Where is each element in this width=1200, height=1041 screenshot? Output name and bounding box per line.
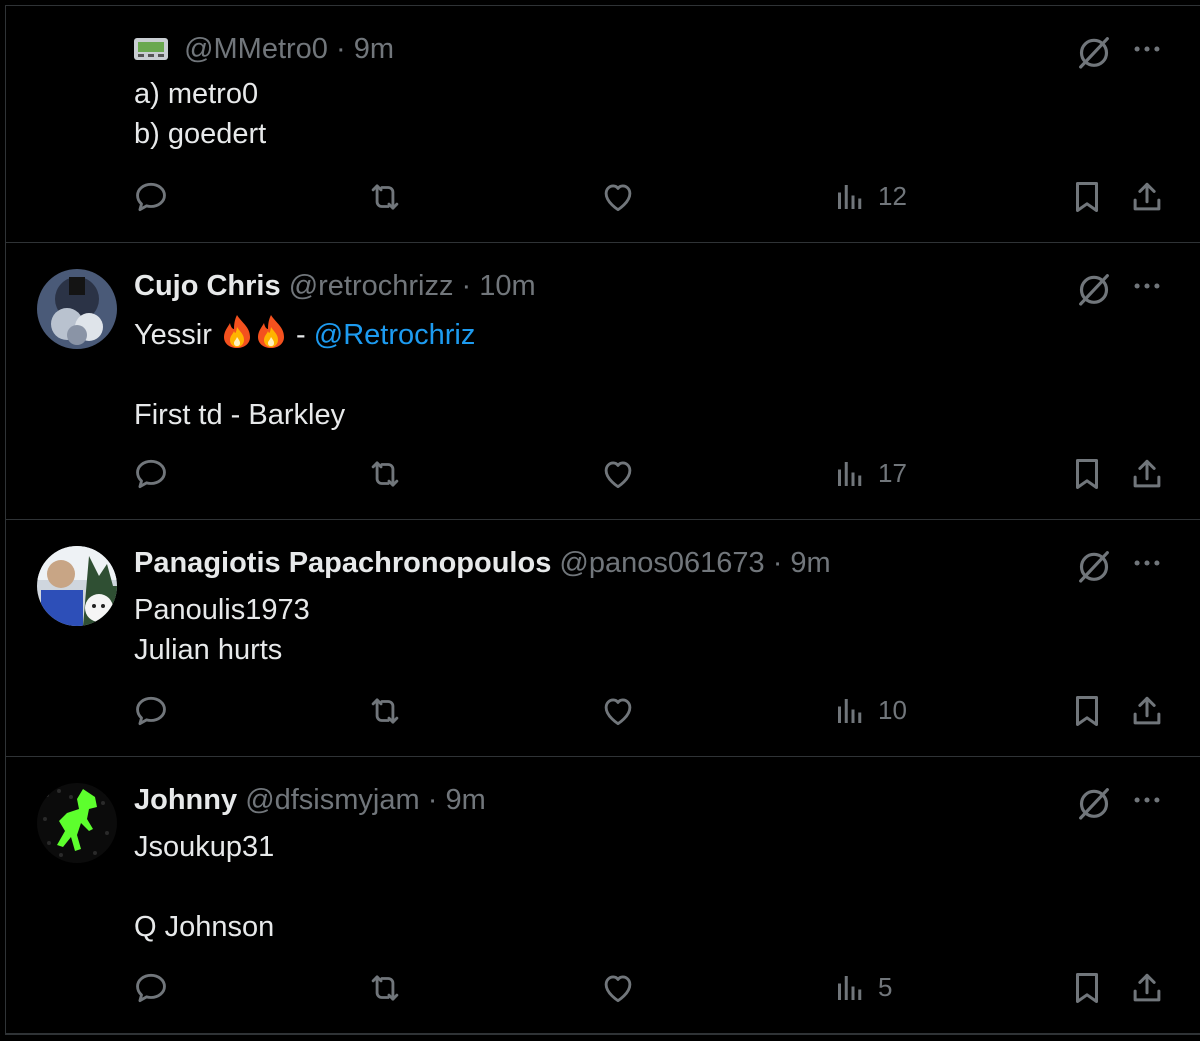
avatar[interactable] xyxy=(37,546,117,626)
share-icon[interactable] xyxy=(1128,692,1166,730)
views-count[interactable]: 5 xyxy=(878,972,892,1003)
post-retrochrizz[interactable]: Cujo Chris @retrochrizz · 10m Yessir - @… xyxy=(6,243,1200,520)
avatar[interactable] xyxy=(37,269,117,349)
display-name[interactable]: Panagiotis Papachronopoulos xyxy=(134,547,551,579)
user-handle[interactable]: @dfsismyjam xyxy=(245,784,419,816)
grok-icon[interactable] xyxy=(1074,783,1114,823)
display-name[interactable]: Cujo Chris xyxy=(134,270,281,302)
bookmark-icon[interactable] xyxy=(1068,455,1106,493)
post-text-line: Q Johnson xyxy=(134,911,275,943)
post-timestamp[interactable]: 9m xyxy=(354,33,394,65)
post-timestamp[interactable]: 9m xyxy=(445,784,485,816)
like-icon[interactable] xyxy=(599,178,637,216)
post-header: @MMetro0 · 9m xyxy=(134,32,394,66)
post-text-line: First td - Barkley xyxy=(134,399,346,431)
reply-icon[interactable] xyxy=(132,969,170,1007)
views-icon[interactable] xyxy=(832,693,868,729)
share-icon[interactable] xyxy=(1128,178,1166,216)
post-text-line xyxy=(134,355,475,395)
reply-icon[interactable] xyxy=(132,692,170,730)
views-count[interactable]: 17 xyxy=(878,458,907,489)
more-icon[interactable] xyxy=(1130,32,1164,66)
text-yessir: Yessir xyxy=(134,319,212,351)
fire-emoji-icon xyxy=(223,315,250,348)
separator-dot: · xyxy=(427,784,438,816)
like-icon[interactable] xyxy=(599,692,637,730)
separator-dot: · xyxy=(461,270,472,302)
post-header: Cujo Chris @retrochrizz · 10m xyxy=(134,269,536,303)
post-text-line: b) goedert xyxy=(134,118,267,150)
user-handle[interactable]: @MMetro0 xyxy=(184,33,328,65)
grok-icon[interactable] xyxy=(1074,269,1114,309)
separator-dot: · xyxy=(772,547,783,579)
post-timestamp[interactable]: 9m xyxy=(790,547,830,579)
bookmark-icon[interactable] xyxy=(1068,969,1106,1007)
fire-emoji-icon xyxy=(257,315,284,348)
post-text: Yessir - @Retrochriz First td - Barkley xyxy=(134,313,475,435)
post-text-line: Jsoukup31 xyxy=(134,831,275,863)
avatar[interactable] xyxy=(37,783,117,863)
grok-icon[interactable] xyxy=(1074,32,1114,72)
views-icon[interactable] xyxy=(832,179,868,215)
post-text: Jsoukup31 Q Johnson xyxy=(134,827,274,947)
user-handle[interactable]: @panos061673 xyxy=(559,547,764,579)
views-icon[interactable] xyxy=(832,456,868,492)
repost-icon[interactable] xyxy=(366,455,404,493)
display-name[interactable]: Johnny xyxy=(134,784,237,816)
post-header: Johnny @dfsismyjam · 9m xyxy=(134,783,486,817)
reply-icon[interactable] xyxy=(132,178,170,216)
like-icon[interactable] xyxy=(599,969,637,1007)
post-text-line xyxy=(134,867,274,907)
post-text-line: Julian hurts xyxy=(134,634,283,666)
separator-dot: · xyxy=(335,33,346,65)
views-count[interactable]: 12 xyxy=(878,181,907,212)
repost-icon[interactable] xyxy=(366,969,404,1007)
more-icon[interactable] xyxy=(1130,269,1164,303)
share-icon[interactable] xyxy=(1128,455,1166,493)
repost-icon[interactable] xyxy=(366,692,404,730)
post-mmetro0[interactable]: @MMetro0 · 9m a) metro0 b) goedert 12 xyxy=(6,6,1200,243)
pager-emoji-icon xyxy=(134,38,168,60)
post-text-line: a) metro0 xyxy=(134,78,259,110)
more-icon[interactable] xyxy=(1130,546,1164,580)
more-icon[interactable] xyxy=(1130,783,1164,817)
mention-link[interactable]: @Retrochriz xyxy=(314,319,476,351)
share-icon[interactable] xyxy=(1128,969,1166,1007)
post-text-line: Panoulis1973 xyxy=(134,594,310,626)
text-separator: - xyxy=(287,319,314,351)
grok-icon[interactable] xyxy=(1074,546,1114,586)
user-handle[interactable]: @retrochrizz xyxy=(289,270,454,302)
timeline-feed: @MMetro0 · 9m a) metro0 b) goedert 12 Cu… xyxy=(5,5,1200,1035)
post-header: Panagiotis Papachronopoulos @panos061673… xyxy=(134,546,831,580)
views-count[interactable]: 10 xyxy=(878,695,907,726)
post-timestamp[interactable]: 10m xyxy=(479,270,535,302)
reply-icon[interactable] xyxy=(132,455,170,493)
post-dfsismyjam[interactable]: Johnny @dfsismyjam · 9m Jsoukup31 Q John… xyxy=(6,757,1200,1034)
bookmark-icon[interactable] xyxy=(1068,692,1106,730)
post-text: Panoulis1973 Julian hurts xyxy=(134,590,310,670)
like-icon[interactable] xyxy=(599,455,637,493)
post-panos061673[interactable]: Panagiotis Papachronopoulos @panos061673… xyxy=(6,520,1200,757)
bookmark-icon[interactable] xyxy=(1068,178,1106,216)
repost-icon[interactable] xyxy=(366,178,404,216)
post-text: a) metro0 b) goedert xyxy=(134,74,266,154)
post-text-line: Yessir - @Retrochriz xyxy=(134,313,475,355)
views-icon[interactable] xyxy=(832,970,868,1006)
